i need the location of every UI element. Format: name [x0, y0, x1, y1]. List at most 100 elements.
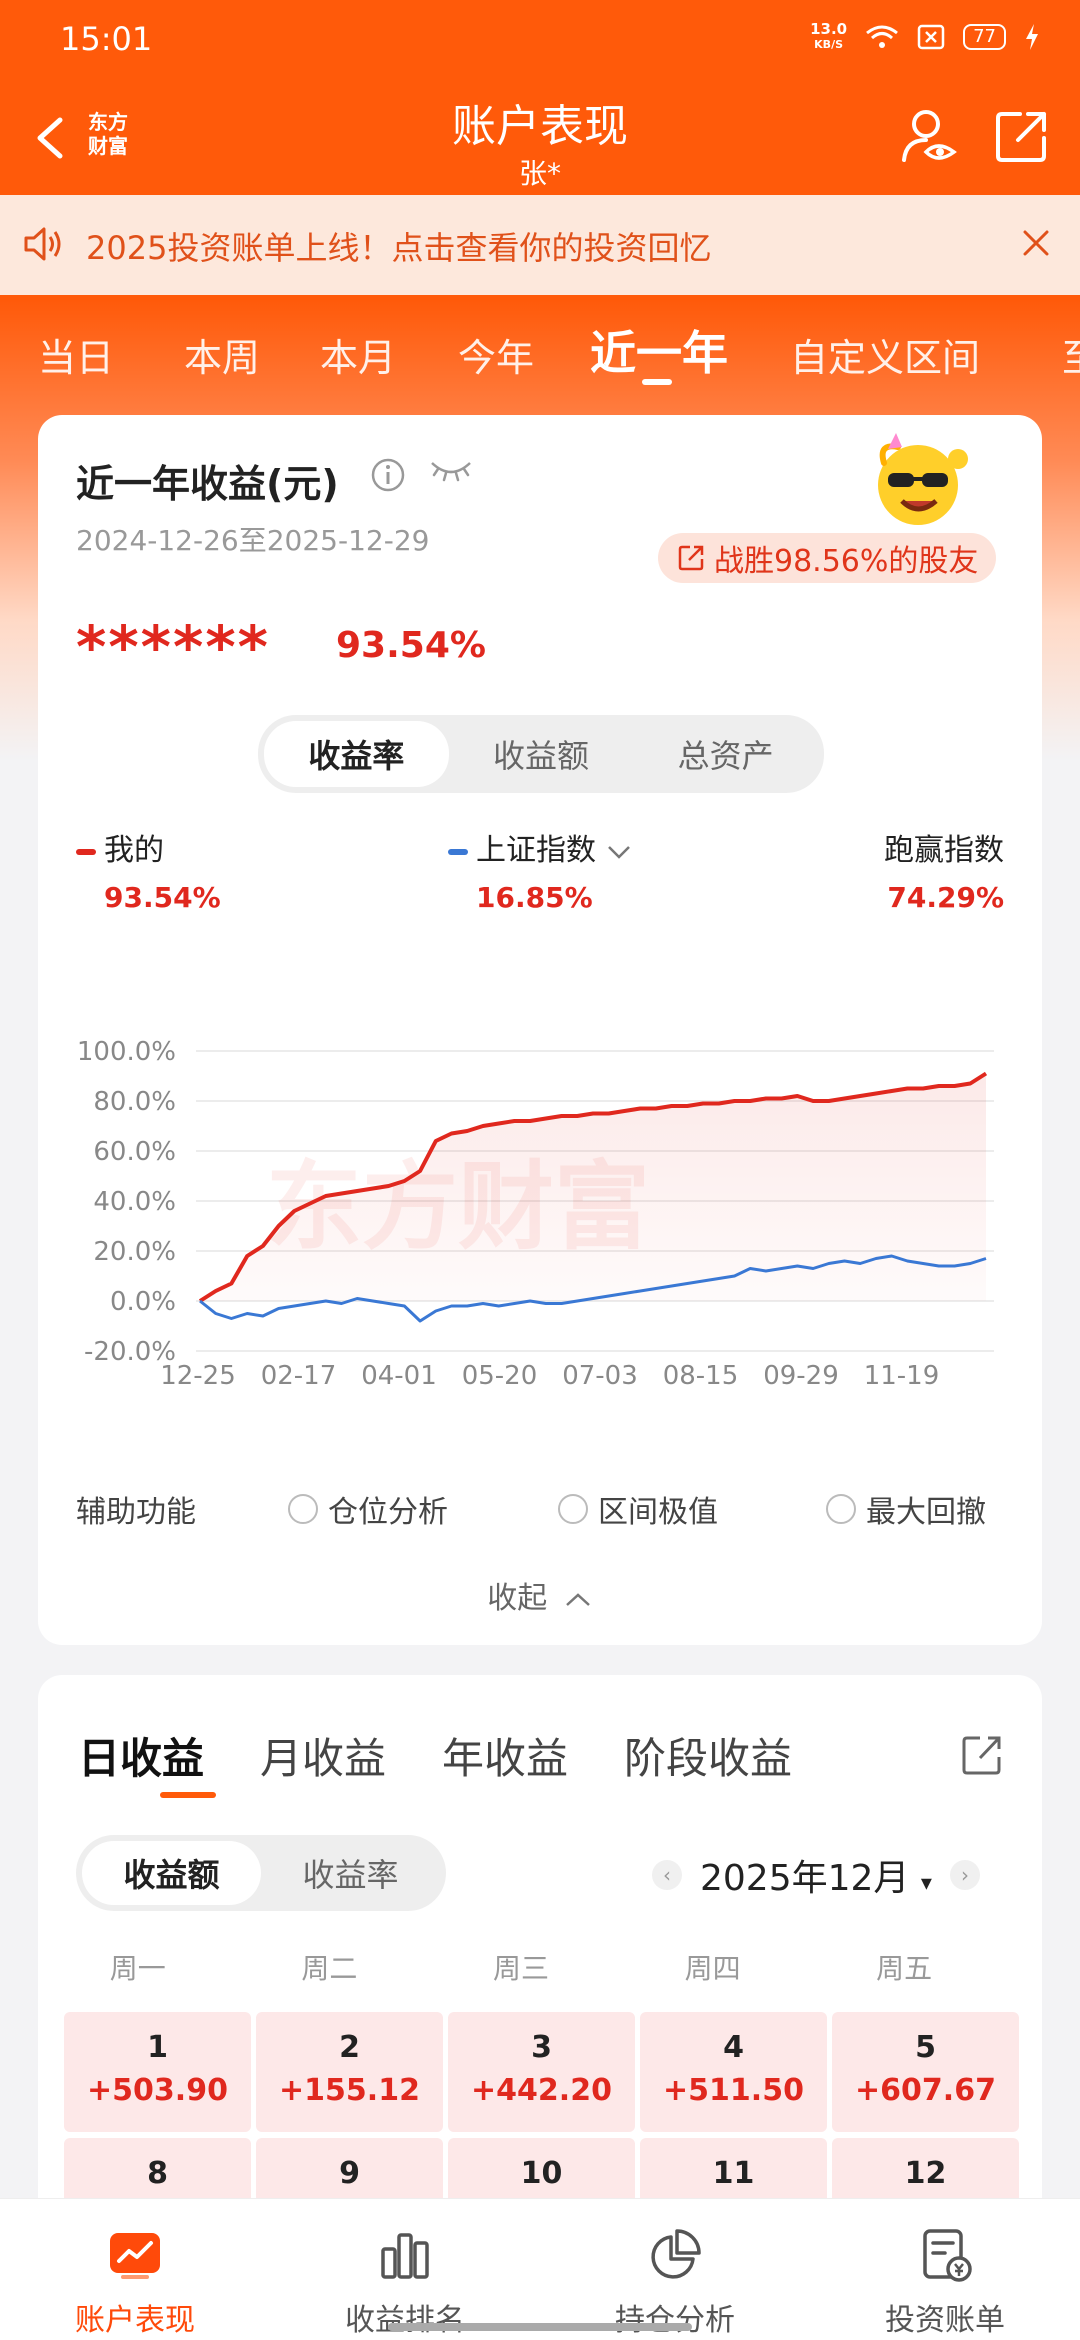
- x-tick-label: 09-29: [763, 1361, 839, 1391]
- x-tick-label: 02-17: [261, 1361, 337, 1391]
- tab-last-year[interactable]: 近一年: [590, 317, 728, 383]
- day-number: 8: [147, 2156, 168, 2191]
- next-month-icon[interactable]: ›: [949, 1860, 980, 1890]
- tab-overflow[interactable]: 至: [1062, 327, 1080, 382]
- nav-earnings-ranking[interactable]: 收益排名: [270, 2199, 540, 2340]
- nav-holdings-analysis[interactable]: 持仓分析: [540, 2199, 810, 2340]
- day-amount: +511.50: [663, 2073, 804, 2108]
- nav-label: 账户表现: [75, 2303, 195, 2338]
- tab-yearly-earnings[interactable]: 年收益: [442, 1725, 568, 1786]
- tab-daily-earnings[interactable]: 日收益: [78, 1725, 204, 1786]
- legend-mine: 我的 93.54%: [76, 825, 221, 914]
- masked-profit: ******: [76, 613, 270, 681]
- legend-index[interactable]: 上证指数 16.85%: [448, 825, 632, 914]
- eye-closed-icon[interactable]: [428, 455, 474, 485]
- tab-today[interactable]: 当日: [38, 327, 114, 382]
- day-number: 3: [531, 2030, 552, 2065]
- weekday-label: 周五: [876, 1952, 933, 1985]
- legend-mine-value: 93.54%: [104, 881, 221, 914]
- legend-mine-swatch: [76, 848, 96, 855]
- tab-this-year[interactable]: 今年: [458, 327, 534, 382]
- month-label: 2025年12月: [700, 1858, 910, 1899]
- option-max-drawdown[interactable]: 最大回撤: [826, 1487, 986, 1531]
- performance-card: 近一年收益(元) 2024-12-26至2025-12-29 战胜98.56%的…: [38, 415, 1042, 1645]
- nav-account-performance[interactable]: 账户表现: [0, 2199, 270, 2340]
- legend-beat-value: 74.29%: [887, 881, 1004, 914]
- y-tick-label: 80.0%: [93, 1087, 176, 1117]
- radio-icon[interactable]: [826, 1494, 856, 1524]
- x-tick-label: 07-03: [562, 1361, 638, 1391]
- legend-index-value: 16.85%: [476, 881, 593, 914]
- segment-amount[interactable]: 收益额: [82, 1841, 261, 1905]
- external-link-icon: [678, 545, 704, 571]
- notice-text: 2025投资账单上线！点击查看你的投资回忆: [86, 229, 712, 267]
- info-icon[interactable]: [370, 457, 406, 493]
- legend-mine-label: 我的: [104, 833, 164, 868]
- nav-label: 投资账单: [885, 2303, 1005, 2338]
- mascot-icon: [878, 433, 968, 525]
- share-icon[interactable]: [960, 1733, 1004, 1777]
- chevron-down-icon[interactable]: [606, 843, 632, 861]
- nav-label: 持仓分析: [615, 2303, 735, 2338]
- tab-monthly-earnings[interactable]: 月收益: [260, 1725, 386, 1786]
- caret-down-icon: ▾: [920, 1871, 932, 1896]
- close-icon[interactable]: [1020, 227, 1052, 259]
- calendar-day[interactable]: 1 +503.90: [64, 2012, 251, 2132]
- legend-beat-label: 跑赢指数: [884, 833, 1004, 868]
- charging-icon: [1026, 24, 1038, 50]
- tab-this-month[interactable]: 本月: [320, 327, 396, 382]
- y-tick-label: 0.0%: [110, 1287, 176, 1317]
- option-position-analysis[interactable]: 仓位分析: [288, 1487, 448, 1531]
- tab-this-week[interactable]: 本周: [184, 327, 260, 382]
- day-number: 12: [904, 2156, 947, 2191]
- radio-icon[interactable]: [558, 1494, 588, 1524]
- beat-peers-badge[interactable]: 战胜98.56%的股友: [658, 533, 997, 583]
- share-icon[interactable]: [994, 108, 1050, 164]
- return-chart[interactable]: 东方财富 100.0%80.0%60.0%40.0%20.0%0.0%-20.0…: [38, 915, 1042, 1405]
- day-amount: +503.90: [87, 2073, 228, 2108]
- segment-return-rate[interactable]: 收益率: [264, 721, 449, 787]
- option-range-extremes[interactable]: 区间极值: [558, 1487, 718, 1531]
- x-tick-label: 12-25: [160, 1361, 236, 1391]
- status-time: 15:01: [60, 20, 153, 58]
- wifi-icon: [866, 25, 899, 48]
- calendar-day[interactable]: 3 +442.20: [448, 2012, 635, 2132]
- speaker-icon: [24, 227, 61, 261]
- collapse-button[interactable]: 收起: [38, 1573, 1042, 1617]
- legend-index-label: 上证指数: [476, 833, 596, 868]
- tab-stage-earnings[interactable]: 阶段收益: [624, 1725, 792, 1786]
- status-bar: 15:01 13.0 KB/S 77: [0, 0, 1080, 80]
- calendar-day[interactable]: 5 +607.67: [832, 2012, 1019, 2132]
- calendar-day[interactable]: 2 +155.12: [256, 2012, 443, 2132]
- weekday-label: 周二: [301, 1952, 358, 1985]
- option-max-drawdown-label: 最大回撤: [866, 1495, 986, 1530]
- notice-banner[interactable]: 2025投资账单上线！点击查看你的投资回忆: [0, 195, 1080, 295]
- day-number: 1: [147, 2030, 168, 2065]
- y-tick-label: 40.0%: [93, 1187, 176, 1217]
- tab-custom-range[interactable]: 自定义区间: [790, 327, 980, 382]
- x-tick-label: 05-20: [462, 1361, 538, 1391]
- month-selector: ‹ 2025年12月 ▾ ›: [652, 1849, 980, 1901]
- prev-month-icon[interactable]: ‹: [652, 1860, 682, 1890]
- pie-chart-icon: [651, 2229, 701, 2279]
- user-privacy-icon[interactable]: [898, 106, 958, 166]
- bill-icon: [923, 2229, 972, 2282]
- x-tick-label: 11-19: [864, 1361, 940, 1391]
- earnings-tabs: 日收益 月收益 年收益 阶段收益: [78, 1725, 792, 1786]
- earnings-tab-indicator: [160, 1792, 216, 1798]
- nav-investment-bill[interactable]: 投资账单: [810, 2199, 1080, 2340]
- option-range-extremes-label: 区间极值: [598, 1495, 718, 1530]
- nav-label: 收益排名: [345, 2303, 465, 2338]
- day-amount: +607.67: [855, 2073, 996, 2108]
- radio-icon[interactable]: [288, 1494, 318, 1524]
- month-dropdown[interactable]: 2025年12月 ▾: [700, 1849, 932, 1901]
- calendar-day[interactable]: 4 +511.50: [640, 2012, 827, 2132]
- segment-return-amount[interactable]: 收益额: [449, 721, 634, 787]
- segment-total-assets[interactable]: 总资产: [633, 721, 818, 787]
- segment-rate[interactable]: 收益率: [261, 1841, 440, 1905]
- weekday-label: 周一: [109, 1952, 166, 1985]
- sim-off-icon: [917, 24, 945, 50]
- tab-indicator: [642, 379, 672, 385]
- performance-title: 近一年收益(元): [76, 462, 339, 506]
- return-percent: 93.54%: [336, 625, 486, 666]
